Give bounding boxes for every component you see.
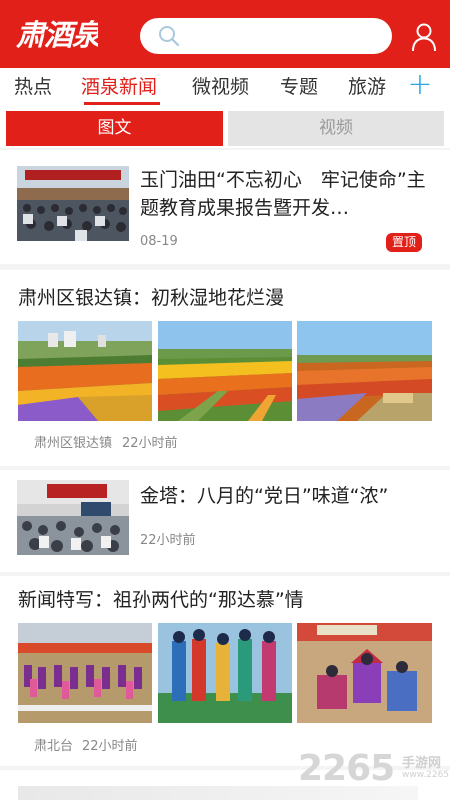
app-logo[interactable]: 肃酒泉 (16, 14, 98, 56)
news-thumbnail (17, 166, 129, 241)
news-date: 08-19 (140, 234, 178, 249)
add-channel-button[interactable]: + (404, 68, 436, 102)
news-source: 肃州区银达镇 (34, 436, 113, 451)
news-card[interactable]: 玉门油田“不忘初心 牢记使命”主题教育成果报告暨开发… 08-19 置顶 (0, 150, 450, 264)
news-card[interactable]: 金塔：八月的“党日”味道“浓” 22小时前 (0, 470, 450, 572)
news-title[interactable]: 玉门油田“不忘初心 牢记使命”主题教育成果报告暨开发… (140, 166, 430, 222)
news-thumbnail (17, 480, 129, 555)
news-time: 22小时前 (122, 436, 178, 451)
segment-video[interactable]: 视频 (228, 111, 444, 146)
active-tab-indicator (84, 102, 160, 105)
search-icon (159, 26, 180, 47)
news-image (297, 321, 432, 421)
site-watermark: 2265 手游网 www.2265.com (298, 748, 450, 792)
news-title[interactable]: 肃州区银达镇：初秋湿地花烂漫 (18, 284, 438, 312)
watermark-sub: 手游网 (402, 756, 442, 771)
news-source: 肃北台 (34, 739, 74, 754)
tab-hot[interactable]: 热点 (14, 72, 52, 102)
news-title[interactable]: 新闻特写：祖孙两代的“那达慕”情 (18, 586, 438, 614)
news-title[interactable]: 金塔：八月的“党日”味道“浓” (140, 482, 435, 510)
news-image (297, 623, 432, 723)
user-profile-icon[interactable] (410, 22, 438, 52)
watermark-number: 2265 (298, 748, 395, 789)
news-image (158, 623, 292, 723)
news-card[interactable]: 肃州区银达镇：初秋湿地花烂漫 肃州区银达镇 22小时前 (0, 270, 450, 466)
app-header: 肃酒泉 (0, 0, 450, 68)
segment-image-text[interactable]: 图文 (6, 111, 223, 146)
tab-micro-video[interactable]: 微视频 (192, 72, 249, 102)
news-image (18, 623, 152, 723)
tab-special[interactable]: 专题 (280, 72, 318, 102)
watermark-url: www.2265.com (402, 770, 450, 780)
search-bar[interactable] (140, 18, 392, 54)
tab-travel[interactable]: 旅游 (348, 72, 386, 102)
tab-jiuquan-news[interactable]: 酒泉新闻 (81, 72, 157, 102)
news-time: 22小时前 (140, 533, 196, 548)
news-image (18, 321, 152, 421)
category-nav: 热点 酒泉新闻 微视频 专题 旅游 + (0, 68, 450, 108)
news-image (158, 321, 292, 421)
pinned-badge: 置顶 (386, 233, 423, 252)
news-time: 22小时前 (82, 739, 138, 754)
news-card[interactable]: 新闻特写：祖孙两代的“那达慕”情 肃北台 22小时前 (0, 576, 450, 766)
